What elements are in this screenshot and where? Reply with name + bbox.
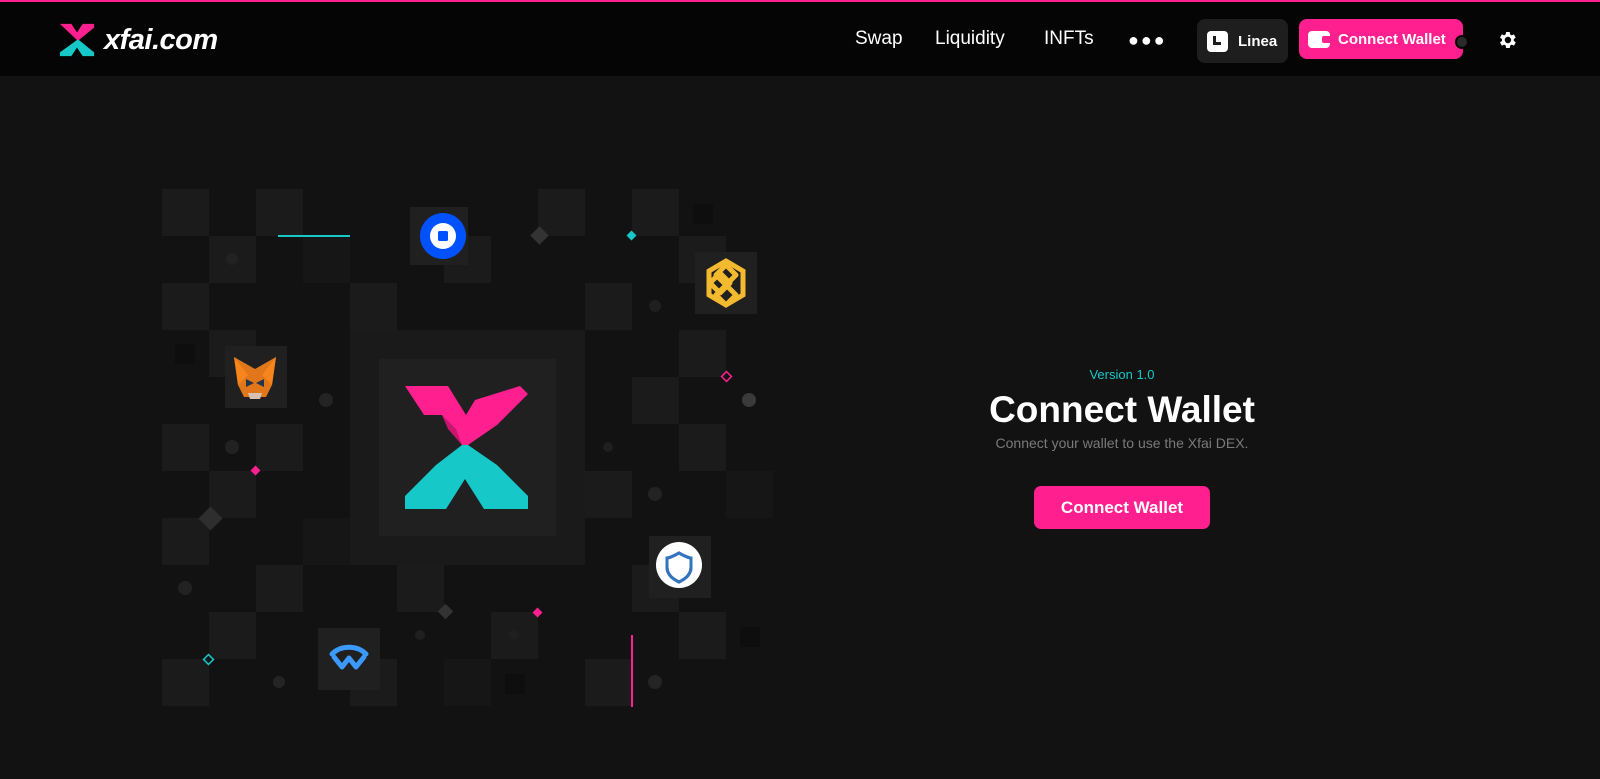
brand-name: xfai.com — [104, 23, 218, 56]
metamask-icon — [225, 346, 287, 408]
page-title: Connect Wallet — [989, 389, 1255, 430]
walletconnect-icon — [318, 628, 380, 690]
connect-wallet-button[interactable]: Connect Wallet — [1034, 486, 1210, 529]
linea-icon — [1207, 30, 1228, 52]
gear-icon[interactable] — [1496, 29, 1518, 51]
wallet-icon — [1308, 30, 1331, 48]
more-horizontal-icon[interactable]: ●●● — [1128, 30, 1167, 50]
xfai-logo-icon — [59, 23, 95, 57]
trust-wallet-icon — [649, 536, 711, 598]
connection-status-dot — [1455, 35, 1469, 49]
connect-wallet-panel: Version 1.0 Connect Wallet Connect your … — [922, 367, 1322, 529]
header-connect-wallet-label: Connect Wallet — [1338, 30, 1446, 48]
brand-logo[interactable]: xfai.com — [58, 20, 218, 60]
header-connect-wallet-button[interactable]: Connect Wallet — [1299, 19, 1463, 59]
network-label: Linea — [1238, 32, 1278, 50]
version-label: Version 1.0 — [1089, 367, 1155, 382]
network-selector-button[interactable]: Linea — [1197, 19, 1288, 63]
coinbase-wallet-icon — [410, 207, 468, 265]
nav-infts[interactable]: INFTs — [1044, 28, 1094, 50]
wallets-illustration — [162, 189, 774, 707]
nav-swap[interactable]: Swap — [855, 28, 903, 50]
binance-wallet-icon — [695, 252, 757, 314]
wallets-illustration-graphic — [162, 189, 773, 707]
page-subtitle: Connect your wallet to use the Xfai DEX. — [995, 435, 1249, 451]
navbar: xfai.com Swap Liquidity INFTs ●●● Linea … — [0, 2, 1600, 76]
nav-liquidity[interactable]: Liquidity — [935, 28, 1005, 50]
